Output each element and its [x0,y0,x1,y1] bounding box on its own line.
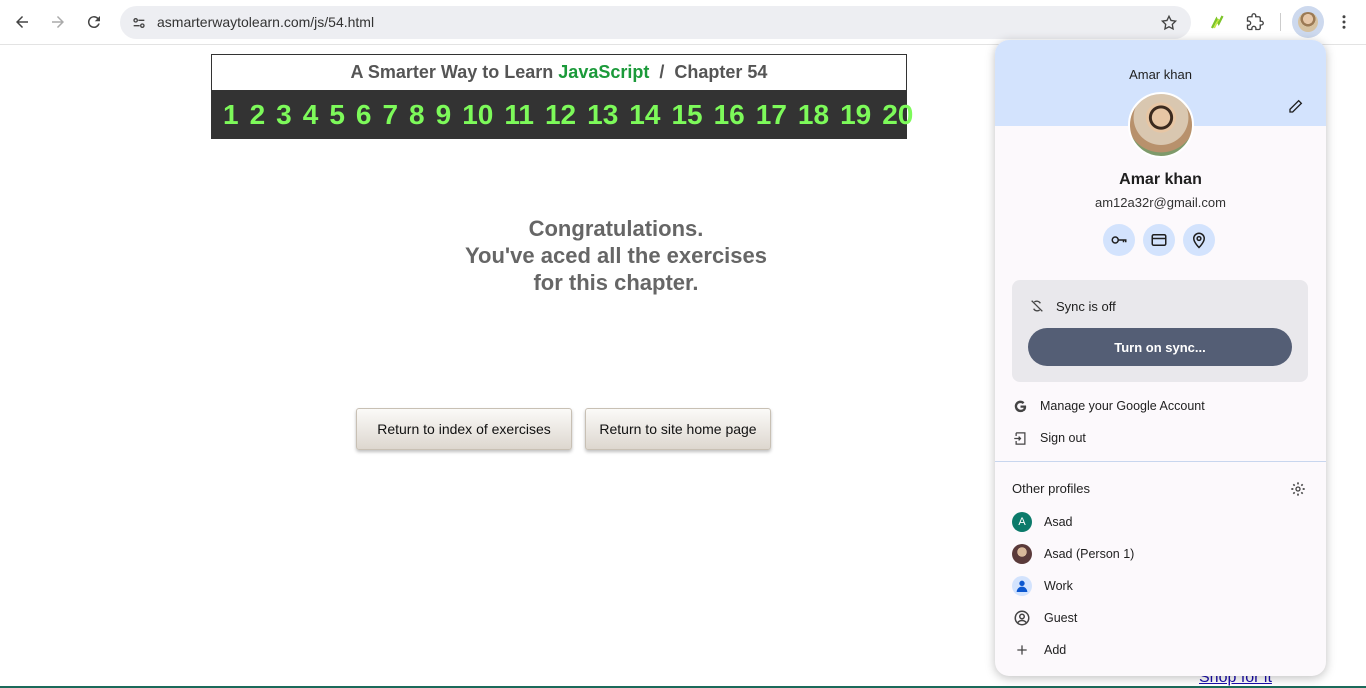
exercise-number-link[interactable]: 10 [462,99,493,131]
exercise-number-link[interactable]: 13 [587,99,618,131]
avatar [1298,12,1318,32]
exercise-number-link[interactable]: 20 [882,99,913,131]
title-separator: / [659,62,665,82]
exercise-number-link[interactable]: 7 [382,99,398,131]
address-bar[interactable]: asmarterwaytolearn.com/js/54.html [120,6,1191,39]
profile-item-asad-person-1[interactable]: Asad (Person 1) [1012,542,1308,566]
profile-item-work[interactable]: Work [1012,574,1308,598]
extensions-button[interactable] [1240,7,1270,37]
turn-on-sync-button[interactable]: Turn on sync... [1028,328,1292,366]
profile-label: Guest [1044,611,1078,625]
profile-label: Work [1044,579,1073,593]
extension-icon[interactable] [1203,7,1233,37]
exercise-number-link[interactable]: 16 [714,99,745,131]
title-language: JavaScript [558,62,650,82]
manage-account-label: Manage your Google Account [1040,399,1205,413]
exercise-number-link[interactable]: 1 [223,99,239,131]
menu-button[interactable] [1329,7,1359,37]
exercise-number-link[interactable]: 4 [303,99,319,131]
profile-menu-panel: Amar khan Amar khan am12a32r@gmail.com S… [995,40,1326,676]
google-g-icon [1012,398,1028,414]
sign-out-icon [1012,430,1028,446]
profile-email: am12a32r@gmail.com [1095,195,1226,210]
return-to-home-button[interactable]: Return to site home page [585,408,771,450]
reload-icon [87,16,100,29]
profile-item-asad[interactable]: A Asad [1012,510,1308,534]
puzzle-icon [1246,13,1264,31]
profile-label: Asad [1044,515,1073,529]
plus-icon [1012,640,1032,660]
signal-extension-icon [1210,15,1224,29]
exercise-number-link[interactable]: 8 [409,99,425,131]
toolbar-divider [1280,13,1281,31]
manage-google-account-item[interactable]: Manage your Google Account [1012,393,1308,419]
profile-header-name: Amar khan [1129,67,1192,82]
gear-icon[interactable] [1290,481,1306,497]
payment-methods-button[interactable] [1143,224,1175,256]
arrow-right-icon [52,16,64,28]
page-title: A Smarter Way to Learn JavaScript / Chap… [212,55,906,90]
profile-label: Add [1044,643,1067,657]
congrats-line-1: Congratulations. [528,216,704,241]
exercise-number-bar: 1 2 3 4 5 6 7 8 9 10 11 12 13 14 15 16 17 18 19 20 [211,90,913,139]
exercise-number-link[interactable]: 6 [356,99,372,131]
sign-out-item[interactable]: Sign out [1012,425,1308,451]
exercise-number-link[interactable]: 15 [671,99,702,131]
exercise-number-link[interactable]: 9 [436,99,452,131]
exercise-number-link[interactable]: 12 [545,99,576,131]
url-text[interactable]: asmarterwaytolearn.com/js/54.html [157,14,374,30]
panel-divider [995,461,1326,462]
guest-icon [1012,608,1032,628]
exercise-number-link[interactable]: 17 [756,99,787,131]
sync-status-text: Sync is off [1056,299,1116,314]
sync-off-icon [1031,300,1043,312]
other-profiles-title: Other profiles [1012,481,1091,496]
key-icon [1111,236,1127,244]
back-button[interactable] [7,7,37,37]
location-pin-icon [1192,232,1206,249]
sign-out-label: Sign out [1040,431,1086,445]
congrats-line-2: You've aced all the exercises [465,243,767,268]
profile-item-guest[interactable]: Guest [1012,606,1308,630]
return-to-index-button[interactable]: Return to index of exercises [356,408,572,450]
chapter-header: A Smarter Way to Learn JavaScript / Chap… [211,54,913,139]
exercise-number-link[interactable]: 14 [629,99,660,131]
exercise-number-link[interactable]: 18 [798,99,829,131]
exercise-number-link[interactable]: 5 [329,99,345,131]
site-info-icon[interactable] [128,12,150,34]
exercise-number-link[interactable]: 2 [250,99,266,131]
exercise-number-link[interactable]: 3 [276,99,292,131]
reload-button[interactable] [79,7,109,37]
addresses-button[interactable] [1183,224,1215,256]
passwords-button[interactable] [1103,224,1135,256]
arrow-left-icon [16,16,28,28]
credit-card-icon [1151,234,1167,246]
profile-name: Amar khan [1119,171,1202,188]
avatar [1012,544,1032,564]
pencil-icon[interactable] [1286,96,1306,116]
profile-photo [1128,92,1194,158]
sync-section: Sync is off Turn on sync... [1012,280,1308,382]
kebab-menu-icon [1342,15,1346,29]
congratulations-message: Congratulations. You've aced all the exe… [416,215,816,296]
title-chapter: Chapter 54 [674,62,768,82]
browser-toolbar: asmarterwaytolearn.com/js/54.html [0,0,1366,45]
exercise-number-link[interactable]: 19 [840,99,871,131]
profile-label: Asad (Person 1) [1044,547,1135,561]
title-prefix: A Smarter Way to Learn [350,62,554,82]
avatar: A [1012,512,1032,532]
exercise-number-link[interactable]: 11 [504,99,534,131]
congrats-line-3: for this chapter. [533,270,699,295]
profile-avatar-button[interactable] [1292,6,1324,38]
forward-button[interactable] [43,7,73,37]
add-profile-item[interactable]: Add [1012,638,1308,662]
person-icon [1012,576,1032,596]
bookmark-star-icon[interactable] [1157,11,1181,35]
